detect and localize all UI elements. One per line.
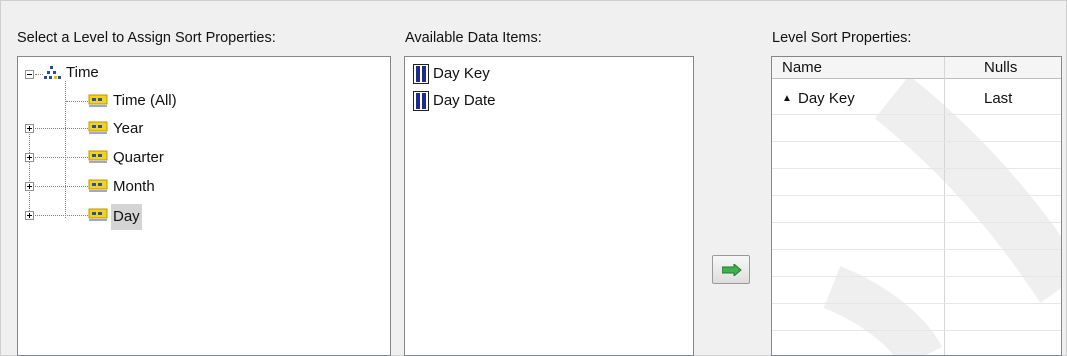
tree-node-month[interactable]: Month (113, 176, 155, 198)
sort-properties-grid[interactable]: Name Nulls ▲ Day Key Last (771, 56, 1062, 356)
green-right-arrow-icon (722, 264, 742, 276)
collapse-toggle[interactable] (25, 70, 34, 79)
data-item-icon (413, 64, 429, 84)
sort-properties-label: Level Sort Properties: (772, 30, 912, 46)
sort-ascending-icon[interactable]: ▲ (782, 93, 792, 105)
tree-node-year[interactable]: Year (113, 118, 143, 140)
tree-node-day[interactable]: Day (111, 204, 142, 230)
add-sort-button[interactable] (712, 255, 750, 284)
column-header-name[interactable]: Name (782, 57, 822, 79)
expand-toggle[interactable] (25, 153, 34, 162)
expand-toggle[interactable] (25, 124, 34, 133)
tree-node-quarter[interactable]: Quarter (113, 147, 164, 169)
sort-row-nulls[interactable]: Last (984, 88, 1012, 110)
level-icon (88, 121, 108, 134)
data-item-day-key[interactable]: Day Key (433, 63, 490, 85)
sort-row-name[interactable]: Day Key (798, 88, 855, 110)
data-item-icon (413, 91, 429, 111)
level-icon (88, 150, 108, 163)
tree-node-time-all[interactable]: Time (All) (113, 90, 177, 112)
levels-label: Select a Level to Assign Sort Properties… (17, 30, 276, 46)
data-items-list[interactable]: Day Key Day Date (404, 56, 694, 356)
level-icon (88, 94, 108, 107)
data-item-day-date[interactable]: Day Date (433, 90, 496, 112)
level-icon (88, 208, 108, 221)
levels-tree[interactable]: Time Time (All) Year Quarter Month Day (17, 56, 391, 356)
column-header-nulls[interactable]: Nulls (984, 57, 1017, 79)
level-icon (88, 179, 108, 192)
tree-node-time[interactable]: Time (66, 62, 99, 84)
expand-toggle[interactable] (25, 182, 34, 191)
data-items-label: Available Data Items: (405, 30, 542, 46)
hierarchy-icon (44, 66, 61, 79)
expand-toggle[interactable] (25, 211, 34, 220)
